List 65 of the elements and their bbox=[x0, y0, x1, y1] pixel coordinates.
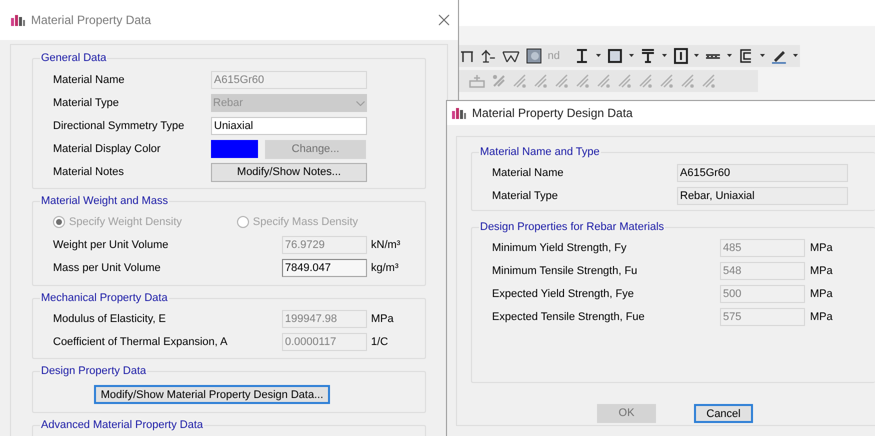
field-label: Weight per Unit Volume bbox=[53, 238, 170, 253]
field-label: Material Notes bbox=[53, 164, 125, 180]
input-field[interactable]: 7849.047 bbox=[282, 259, 367, 278]
caret-icon[interactable] bbox=[662, 54, 666, 58]
unit-label: MPa bbox=[810, 240, 833, 256]
group-title: Mechanical Property Data bbox=[40, 290, 169, 305]
unit-label: MPa bbox=[810, 264, 833, 279]
input-field: 500 bbox=[720, 285, 805, 303]
app-icon bbox=[451, 106, 467, 120]
caret-icon[interactable] bbox=[596, 54, 601, 58]
field-label: Material Name bbox=[53, 72, 126, 88]
button[interactable]: Modify/Show Material Property Design Data... bbox=[94, 385, 330, 404]
texture-icon[interactable] bbox=[526, 48, 542, 64]
unit-label: kN/m³ bbox=[371, 238, 400, 253]
input-field: A615Gr60 bbox=[211, 71, 367, 89]
input-field: 76.9729 bbox=[282, 236, 367, 254]
app-icon bbox=[10, 13, 26, 27]
field-label: Modulus of Elasticity, E bbox=[53, 312, 167, 327]
caret-icon[interactable] bbox=[628, 54, 634, 58]
field-label: Minimum Yield Strength, Fy bbox=[492, 240, 628, 256]
tee-section-icon[interactable] bbox=[640, 48, 656, 64]
frame-icon[interactable] bbox=[460, 49, 474, 63]
input-field: 485 bbox=[720, 239, 805, 257]
field-label: Material Name bbox=[492, 166, 565, 181]
field-label: Expected Tensile Strength, Fue bbox=[492, 310, 646, 325]
unit-label: MPa bbox=[810, 286, 833, 302]
input-field: 575 bbox=[720, 308, 805, 326]
input-field: Rebar, Uniaxial bbox=[677, 187, 848, 205]
field-label: Expected Yield Strength, Fye bbox=[492, 286, 635, 302]
field-label: Material Type bbox=[53, 96, 120, 111]
toolbar-label: nd bbox=[548, 48, 560, 64]
unit-label: MPa bbox=[810, 310, 833, 325]
group-title: Material Name and Type bbox=[479, 145, 601, 159]
unit-label: 1/C bbox=[371, 334, 388, 350]
group-title: Material Weight and Mass bbox=[40, 194, 169, 208]
caret-icon[interactable] bbox=[727, 54, 732, 58]
close-icon[interactable] bbox=[438, 14, 450, 26]
button[interactable]: Modify/Show Notes... bbox=[211, 162, 367, 182]
field-label: Minimum Tensile Strength, Fu bbox=[492, 264, 638, 279]
rectangle-section-icon[interactable] bbox=[606, 48, 623, 64]
input-field: 548 bbox=[720, 262, 805, 280]
field-label: Directional Symmetry Type bbox=[53, 118, 186, 134]
button[interactable]: Cancel bbox=[694, 404, 753, 423]
input-field: 199947.98 bbox=[282, 310, 367, 328]
input-field[interactable]: Uniaxial bbox=[211, 117, 367, 135]
input-field: A615Gr60 bbox=[677, 164, 848, 182]
caret-icon[interactable] bbox=[793, 54, 798, 58]
window-title: Material Property Data bbox=[31, 12, 152, 29]
truss-icon[interactable] bbox=[502, 49, 520, 63]
box-section-icon[interactable] bbox=[672, 48, 688, 64]
unit-label: MPa bbox=[371, 312, 394, 327]
joint-icon[interactable] bbox=[480, 48, 496, 64]
unit-label: kg/m³ bbox=[371, 261, 398, 276]
field-label: Mass per Unit Volume bbox=[53, 261, 162, 276]
group-title: Design Properties for Rebar Materials bbox=[479, 220, 666, 234]
window-title: Material Property Design Data bbox=[472, 105, 634, 122]
caret-icon[interactable] bbox=[760, 54, 766, 58]
input-field: 0.0000117 bbox=[282, 332, 367, 351]
pen-icon[interactable] bbox=[771, 48, 788, 64]
field-label: Material Type bbox=[492, 188, 559, 204]
caret-icon[interactable] bbox=[694, 54, 700, 58]
field-label: Material Display Color bbox=[53, 142, 162, 157]
field-label: Coefficient of Thermal Expansion, A bbox=[53, 334, 228, 350]
group-title: Design Property Data bbox=[40, 364, 148, 378]
group-title: Advanced Material Property Data bbox=[40, 418, 204, 432]
